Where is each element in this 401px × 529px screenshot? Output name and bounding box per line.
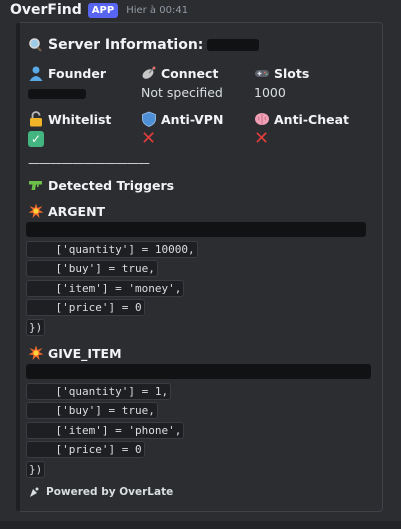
person-icon bbox=[28, 65, 44, 81]
field-whitelist: Whitelist ✓ bbox=[28, 111, 111, 147]
cross-icon: ✕ bbox=[141, 128, 157, 149]
field-founder-name: Founder bbox=[48, 65, 107, 81]
footer-text: Powered by OverLate bbox=[46, 486, 174, 498]
field-anti-vpn: Anti-VPN ✕ bbox=[141, 111, 224, 149]
pistol-icon bbox=[28, 177, 44, 193]
cross-icon: ✕ bbox=[254, 128, 270, 149]
code-line: }) bbox=[26, 460, 371, 480]
field-connect-value: Not specified bbox=[141, 85, 223, 100]
code-line: ['item'] = 'phone', bbox=[26, 421, 371, 441]
brain-icon bbox=[254, 111, 270, 127]
collision-icon bbox=[28, 345, 44, 361]
divider-line: ——————————— bbox=[28, 156, 150, 170]
footer-icon bbox=[28, 486, 40, 498]
field-connect-name: Connect bbox=[161, 65, 219, 81]
code-line: ['quantity'] = 1, bbox=[26, 382, 371, 402]
code-line-redacted bbox=[26, 364, 371, 380]
embed-card: Server Information: Founder Connect Not … bbox=[16, 22, 383, 512]
code-line: }) bbox=[26, 318, 366, 338]
code-line: ['buy'] = true, bbox=[26, 259, 366, 279]
satellite-icon bbox=[141, 65, 157, 81]
shield-icon bbox=[141, 111, 157, 127]
field-anti-cheat-name: Anti-Cheat bbox=[274, 111, 349, 127]
trigger-title: GIVE_ITEM bbox=[28, 345, 122, 361]
detected-triggers-title: Detected Triggers bbox=[28, 177, 174, 193]
redacted-founder bbox=[28, 89, 86, 99]
timestamp[interactable]: Hier à 00:41 bbox=[126, 5, 188, 16]
trigger-name: GIVE_ITEM bbox=[48, 345, 122, 361]
field-connect: Connect Not specified bbox=[141, 65, 223, 101]
code-line bbox=[26, 362, 371, 382]
bottom-bar bbox=[0, 521, 401, 529]
app-badge: APP bbox=[87, 2, 119, 18]
author-name[interactable]: OverFind bbox=[10, 2, 82, 18]
gamepad-icon bbox=[254, 65, 270, 81]
field-anti-vpn-name: Anti-VPN bbox=[161, 111, 224, 127]
field-whitelist-name: Whitelist bbox=[48, 111, 112, 127]
field-slots: Slots 1000 bbox=[254, 65, 310, 101]
code-line: ['item'] = 'money', bbox=[26, 279, 366, 299]
code-line: ['buy'] = true, bbox=[26, 401, 371, 421]
field-founder: Founder bbox=[28, 65, 106, 102]
embed-title: Server Information: bbox=[28, 37, 260, 53]
embed-title-text: Server Information: bbox=[48, 37, 204, 53]
lock-icon bbox=[28, 111, 44, 127]
embed-footer: Powered by OverLate bbox=[28, 486, 173, 498]
collision-icon bbox=[28, 203, 44, 219]
message-header: OverFind APP Hier à 00:41 bbox=[10, 0, 188, 20]
code-line: ['quantity'] = 10000, bbox=[26, 240, 366, 260]
check-icon: ✓ bbox=[28, 131, 44, 147]
code-line: ['price'] = 0 bbox=[26, 440, 371, 460]
trigger-name: ARGENT bbox=[48, 203, 106, 219]
trigger-title: ARGENT bbox=[28, 203, 105, 219]
code-line bbox=[26, 220, 366, 240]
field-anti-cheat: Anti-Cheat ✕ bbox=[254, 111, 349, 149]
trigger-code-block: ['quantity'] = 1, ['buy'] = true, ['item… bbox=[26, 362, 371, 479]
trigger-code-block: ['quantity'] = 10000, ['buy'] = true, ['… bbox=[26, 220, 366, 337]
code-line-redacted bbox=[26, 222, 366, 238]
redacted-server-name bbox=[207, 39, 260, 51]
code-line: ['price'] = 0 bbox=[26, 298, 366, 318]
magnifier-icon bbox=[28, 37, 44, 53]
field-slots-value: 1000 bbox=[254, 85, 286, 100]
detected-triggers-label: Detected Triggers bbox=[48, 177, 175, 193]
field-slots-name: Slots bbox=[274, 65, 310, 81]
